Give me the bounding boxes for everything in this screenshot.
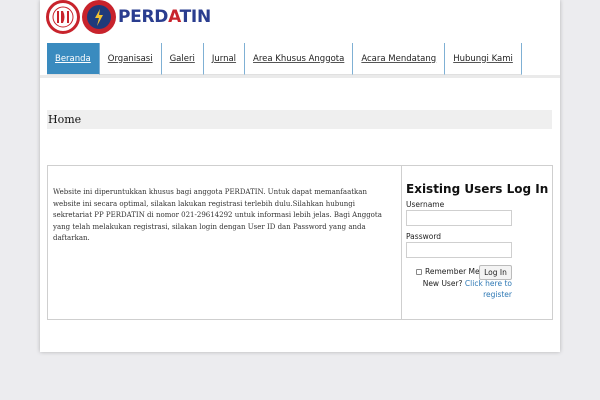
- remember-me-label: Remember Me: [425, 267, 480, 276]
- login-title: Existing Users Log In: [406, 182, 549, 196]
- main-navigation: Beranda Organisasi Galeri Jurnal Area Kh…: [47, 43, 522, 75]
- remember-me-checkbox[interactable]: [416, 268, 422, 275]
- page-container: PERDATIN Beranda Organisasi Galeri Jurna…: [40, 0, 560, 352]
- site-logo[interactable]: PERDATIN: [46, 0, 211, 34]
- nav-divider: [40, 75, 560, 78]
- perdatin-emblem-icon: [82, 0, 116, 34]
- username-label: Username: [406, 200, 445, 209]
- nav-item-galeri[interactable]: Galeri: [161, 43, 204, 75]
- site-name: PERDATIN: [118, 7, 211, 27]
- idi-emblem-icon: [46, 0, 80, 34]
- password-label: Password: [406, 232, 442, 241]
- new-user-prompt: New User? Click here to register: [406, 279, 512, 300]
- nav-item-beranda[interactable]: Beranda: [47, 43, 100, 75]
- login-form: Existing Users Log In Username Password …: [406, 166, 552, 319]
- login-button[interactable]: Log In: [479, 265, 512, 280]
- register-link[interactable]: Click here to register: [465, 279, 512, 299]
- nav-item-organisasi[interactable]: Organisasi: [99, 43, 162, 75]
- nav-item-area-khusus-anggota[interactable]: Area Khusus Anggota: [245, 43, 354, 75]
- password-input[interactable]: [406, 242, 512, 258]
- notice-text: Website ini diperuntukkan khusus bagi an…: [48, 166, 402, 319]
- content-panel: Website ini diperuntukkan khusus bagi an…: [47, 165, 553, 320]
- new-user-label: New User?: [422, 279, 463, 288]
- page-title: Home: [47, 110, 552, 129]
- nav-item-hubungi-kami[interactable]: Hubungi Kami: [445, 43, 522, 75]
- nav-item-jurnal[interactable]: Jurnal: [203, 43, 246, 75]
- username-input[interactable]: [406, 210, 512, 226]
- remember-me: Remember Me: [416, 267, 480, 276]
- nav-item-acara-mendatang[interactable]: Acara Mendatang: [353, 43, 446, 75]
- site-header: PERDATIN Beranda Organisasi Galeri Jurna…: [40, 0, 560, 78]
